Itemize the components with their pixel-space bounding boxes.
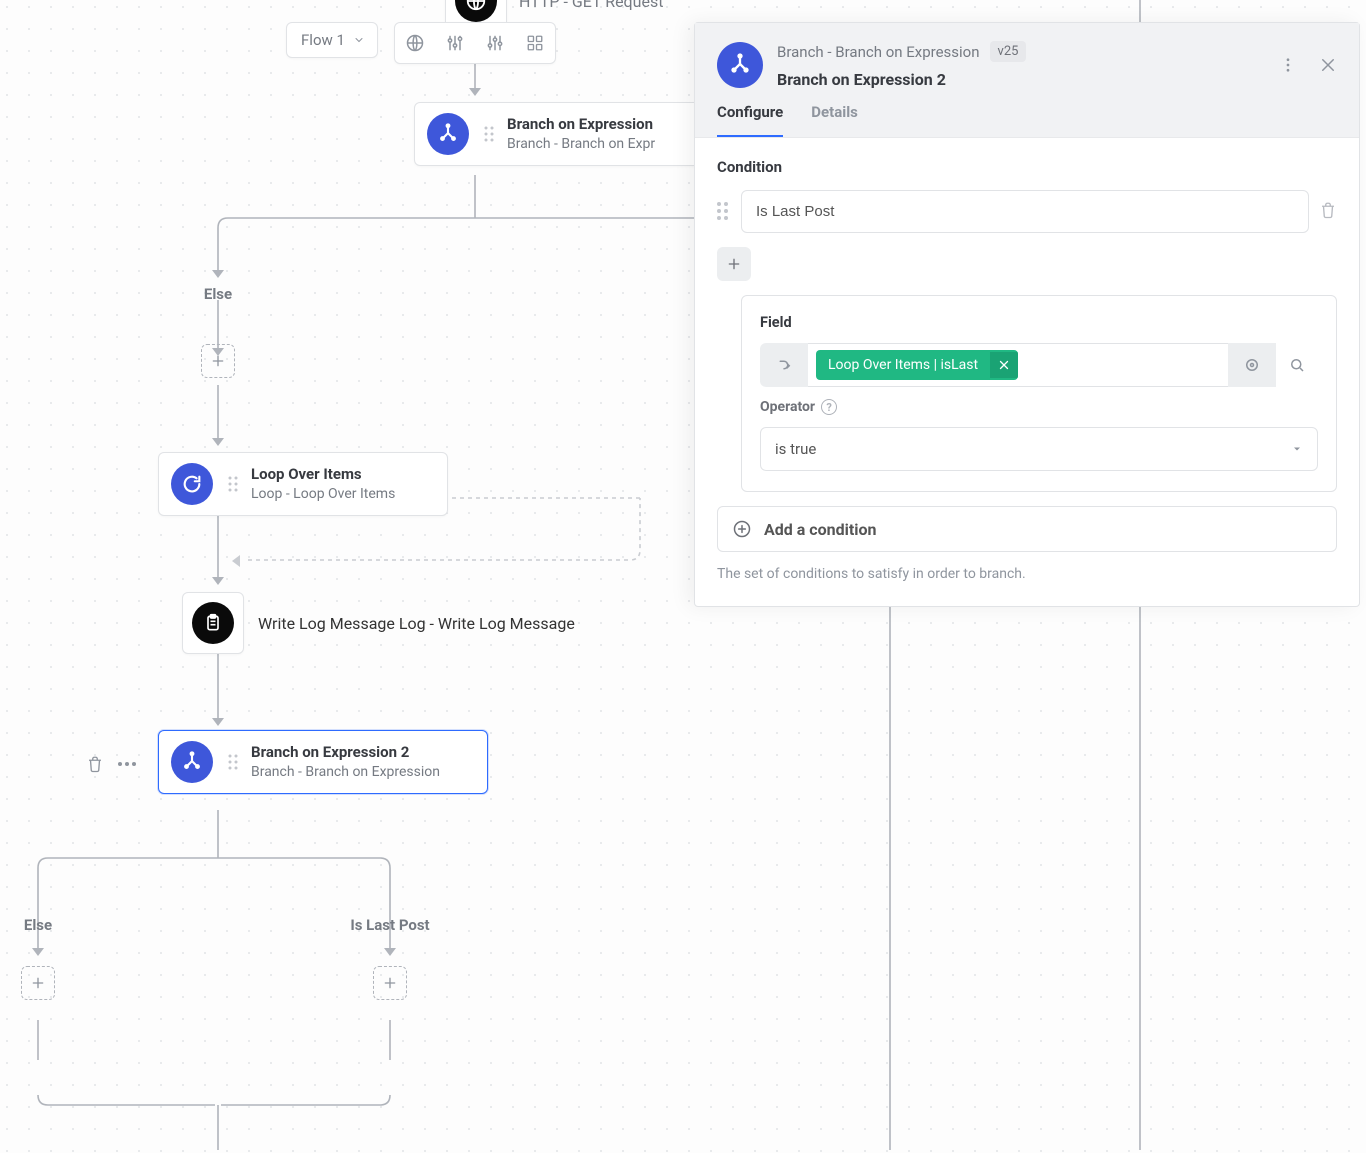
edge-label-islast: Is Last Post xyxy=(340,916,440,934)
node-branch-expression[interactable]: Branch on Expression Branch - Branch on … xyxy=(414,102,704,166)
globe-toolbar-icon[interactable] xyxy=(395,23,435,63)
arrow-down-icon xyxy=(384,948,396,956)
arrow-down-icon xyxy=(212,577,224,585)
node-menu-icon[interactable] xyxy=(118,762,136,766)
node-subtitle: Branch - Branch on Expression xyxy=(251,763,440,782)
condition-hint: The set of conditions to satisfy in orde… xyxy=(717,566,1337,582)
arrow-loopback-icon xyxy=(232,555,240,567)
field-target-button[interactable] xyxy=(1228,343,1276,387)
remove-chip-icon[interactable] xyxy=(990,352,1018,378)
grid-icon[interactable] xyxy=(515,23,555,63)
node-title: Branch on Expression xyxy=(507,114,655,134)
panel-header: Branch - Branch on Expression v25 Branch… xyxy=(695,23,1359,89)
config-panel: Branch - Branch on Expression v25 Branch… xyxy=(694,22,1360,607)
loop-icon xyxy=(171,463,213,505)
node-loop[interactable]: Loop Over Items Loop - Loop Over Items xyxy=(158,452,448,516)
node-subtitle: Log - Write Log Message xyxy=(399,614,575,633)
globe-icon xyxy=(455,0,497,22)
node-log[interactable]: Write Log Message Log - Write Log Messag… xyxy=(182,592,575,654)
arrow-down-icon xyxy=(32,948,44,956)
arrow-down-icon xyxy=(212,438,224,446)
panel-breadcrumb: Branch - Branch on Expression xyxy=(777,43,980,61)
sliders-alt-icon[interactable] xyxy=(475,23,515,63)
branch-icon xyxy=(171,741,213,783)
operator-select[interactable]: is true xyxy=(760,427,1318,471)
close-icon[interactable] xyxy=(1319,56,1337,74)
flow-selector-label: Flow 1 xyxy=(301,31,345,49)
node-subtitle: Loop - Loop Over Items xyxy=(251,485,395,504)
add-step-slot[interactable] xyxy=(201,344,235,378)
condition-row xyxy=(717,190,1337,233)
version-badge: v25 xyxy=(990,41,1027,62)
edge-label-else2: Else xyxy=(18,916,58,934)
clipboard-icon xyxy=(192,602,234,644)
add-condition-button[interactable]: Add a condition xyxy=(717,506,1337,552)
add-condition-label: Add a condition xyxy=(764,520,877,539)
add-step-slot-condition[interactable] xyxy=(373,966,407,1000)
field-row: Loop Over Items | isLast xyxy=(760,343,1318,387)
arrow-down-icon xyxy=(212,718,224,726)
node-title: Write Log Message xyxy=(258,614,395,633)
toolbar: Flow 1 xyxy=(286,22,378,58)
panel-title: Branch on Expression 2 xyxy=(777,70,1026,89)
operator-value: is true xyxy=(775,440,816,458)
add-condition-name-button[interactable] xyxy=(717,247,751,281)
delete-node-icon[interactable] xyxy=(86,755,104,777)
drag-handle-icon[interactable] xyxy=(481,126,497,142)
branch-icon xyxy=(717,42,763,88)
drag-handle-icon[interactable] xyxy=(225,476,241,492)
delete-condition-icon[interactable] xyxy=(1319,201,1337,223)
node-title: Branch on Expression 2 xyxy=(251,742,440,762)
field-source-button[interactable] xyxy=(760,343,808,387)
arrow-down-icon xyxy=(212,270,224,278)
panel-tabs: Configure Details xyxy=(695,89,1359,138)
toolbar-actions xyxy=(394,22,556,64)
kebab-menu-icon[interactable] xyxy=(1279,56,1297,74)
operator-label: Operator xyxy=(760,399,815,415)
add-circle-icon xyxy=(732,519,752,539)
condition-card: Field Loop Over Items | isLast xyxy=(741,295,1337,492)
drag-handle-icon[interactable] xyxy=(225,754,241,770)
flow-selector[interactable]: Flow 1 xyxy=(287,23,377,57)
field-chip-label: Loop Over Items | isLast xyxy=(816,350,990,380)
panel-body: Condition Field xyxy=(695,138,1359,606)
node-subtitle: HTTP - GET Request xyxy=(519,0,663,11)
tab-configure[interactable]: Configure xyxy=(717,103,783,137)
node-subtitle: Branch - Branch on Expr xyxy=(507,135,655,154)
condition-name-input[interactable] xyxy=(741,190,1309,233)
branch-icon xyxy=(427,113,469,155)
sliders-icon[interactable] xyxy=(435,23,475,63)
drag-handle-icon[interactable] xyxy=(717,202,731,222)
arrow-down-icon xyxy=(469,88,481,96)
node-title: Loop Over Items xyxy=(251,464,395,484)
tab-details[interactable]: Details xyxy=(811,103,858,137)
section-condition-label: Condition xyxy=(717,158,1337,176)
help-icon[interactable]: ? xyxy=(821,399,837,415)
operator-label-row: Operator ? xyxy=(760,399,1318,415)
chevron-down-icon xyxy=(353,34,365,46)
field-chip: Loop Over Items | isLast xyxy=(816,350,1018,380)
edge-label-else: Else xyxy=(198,285,238,303)
field-search-icon[interactable] xyxy=(1276,343,1318,387)
workflow-canvas[interactable]: HTTP - GET Request Flow 1 Branch on Ex xyxy=(0,0,1366,1153)
node-branch-expression-2[interactable]: Branch on Expression 2 Branch - Branch o… xyxy=(158,730,488,794)
caret-down-icon xyxy=(1291,443,1303,455)
field-label: Field xyxy=(760,314,1318,331)
add-step-slot-else[interactable] xyxy=(21,966,55,1000)
